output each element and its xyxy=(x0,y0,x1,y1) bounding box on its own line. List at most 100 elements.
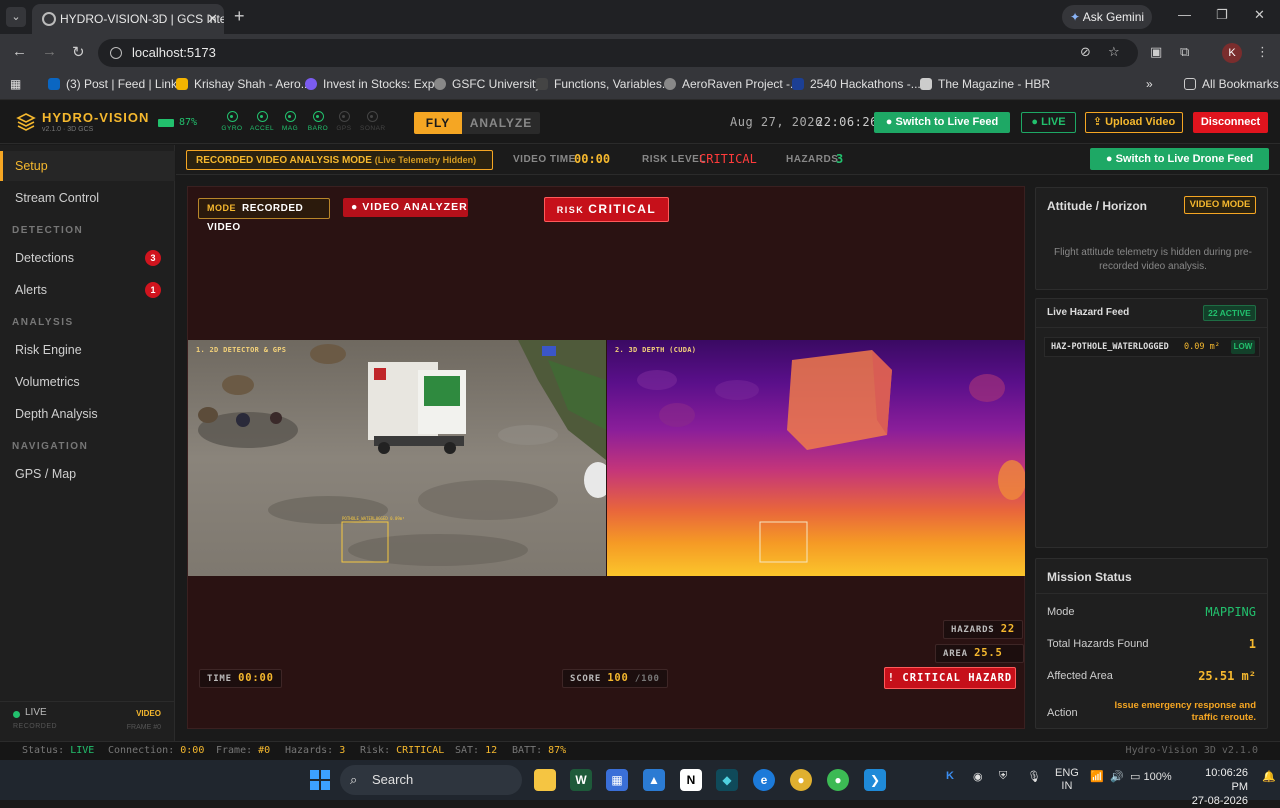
hud-value: 100 xyxy=(607,672,629,684)
file-explorer-icon[interactable] xyxy=(534,769,556,791)
volume-icon[interactable]: 🔊 xyxy=(1110,770,1124,783)
site-info-icon[interactable] xyxy=(110,47,122,59)
edge-icon[interactable]: e xyxy=(753,769,775,791)
sidebar-item-volumetrics[interactable]: Volumetrics xyxy=(0,367,175,397)
connection-label: Connection: xyxy=(108,745,175,756)
disconnect-button[interactable]: Disconnect xyxy=(1193,112,1268,133)
photos-icon[interactable]: ▲ xyxy=(643,769,665,791)
url-text: localhost:5173 xyxy=(132,45,216,60)
fly-mode-tab[interactable]: FLY xyxy=(414,112,462,134)
globe-icon xyxy=(434,78,446,90)
minimize-icon[interactable]: — xyxy=(1178,7,1191,22)
shield-icon[interactable]: ⛨ xyxy=(999,770,1007,783)
tray-app-icon[interactable]: ◉ xyxy=(973,770,983,783)
sensor-label: GYRO xyxy=(221,125,243,132)
forward-icon[interactable]: → xyxy=(42,43,57,60)
profile-avatar[interactable]: K xyxy=(1222,43,1242,63)
close-tab-icon[interactable]: ✕ xyxy=(207,4,218,34)
vscode-icon[interactable]: ❯ xyxy=(864,769,886,791)
hud-value: 00:00 xyxy=(238,672,274,684)
taskbar-clock[interactable]: 10:06:26 PM 27-08-2026 xyxy=(1190,766,1248,808)
unstop-icon xyxy=(792,78,804,90)
globe-icon xyxy=(42,12,56,26)
bookmark-item[interactable]: Krishay Shah - Aero... xyxy=(176,77,311,91)
store-icon[interactable]: ▦ xyxy=(606,769,628,791)
bookmark-item[interactable]: (3) Post | Feed | Link... xyxy=(48,77,187,91)
back-icon[interactable]: ← xyxy=(12,43,27,60)
microphone-icon[interactable]: 🎙 xyxy=(1027,770,1041,783)
new-tab-button[interactable]: + xyxy=(234,6,245,27)
frame-value: #0 xyxy=(258,745,271,756)
switch-to-live-drone-feed-button[interactable]: ● Switch to Live Drone Feed xyxy=(1090,148,1269,170)
tab-search-button[interactable]: ⌄ xyxy=(6,7,26,27)
maximize-icon[interactable]: ❐ xyxy=(1216,7,1228,23)
bookmark-star-icon[interactable]: ☆ xyxy=(1108,44,1120,60)
bookmark-item[interactable]: Invest in Stocks: Exp... xyxy=(305,77,444,91)
browser-address-bar: ← → ↻ localhost:5173 ⊘ ☆ ▣ ⧉ K ⋮ xyxy=(0,34,1280,72)
sidebar-item-stream-control[interactable]: Stream Control xyxy=(0,183,175,213)
detector-video-feed[interactable]: POTHOLE_WATERLOGGED 0.09m² 1. 2D DETECTO… xyxy=(188,340,606,576)
ask-gemini-button[interactable]: ✦ Ask Gemini xyxy=(1062,5,1152,29)
browser-tab-active[interactable]: HYDRO-VISION-3D | GCS Intelli ✕ xyxy=(32,4,224,34)
windows-start-icon[interactable] xyxy=(309,769,331,791)
alerts-count-badge: 1 xyxy=(145,282,161,298)
taskbar-search[interactable]: ⌕ Search xyxy=(340,765,522,795)
reload-icon[interactable]: ↻ xyxy=(72,43,85,61)
extension-c-icon[interactable]: ▣ xyxy=(1150,44,1162,60)
notion-icon[interactable]: N xyxy=(680,769,702,791)
extensions-puzzle-icon[interactable]: ⧉ xyxy=(1180,44,1189,60)
mag-icon xyxy=(284,111,296,122)
language-indicator[interactable]: ENG IN xyxy=(1055,767,1079,793)
sidebar-item-detections[interactable]: Detections 3 xyxy=(0,243,175,273)
hazard-list-item[interactable]: HAZ-POTHOLE_WATERLOGGED 0.09 m² LOW xyxy=(1044,337,1260,357)
action-value: Issue emergency response and traffic rer… xyxy=(1114,700,1256,723)
chrome-icon[interactable]: ● xyxy=(790,769,812,791)
app-icon[interactable]: ◆ xyxy=(716,769,738,791)
close-window-icon[interactable]: ✕ xyxy=(1254,7,1265,23)
gemini-icon: ✦ xyxy=(1069,10,1081,24)
upload-video-button[interactable]: ⇪ Upload Video xyxy=(1085,112,1183,133)
tray-app-icon[interactable]: K xyxy=(946,770,954,782)
sidebar-item-setup[interactable]: Setup xyxy=(0,151,175,181)
eye-off-icon[interactable]: ⊘ xyxy=(1080,44,1091,60)
bookmark-label: The Magazine - HBR xyxy=(938,77,1051,91)
affected-area-value: 25.51 m² xyxy=(1198,669,1256,683)
hazard-area: 0.09 m² xyxy=(1184,342,1220,352)
url-input[interactable]: localhost:5173 xyxy=(98,39,1138,67)
sidebar-item-alerts[interactable]: Alerts 1 xyxy=(0,275,175,305)
notification-bell-icon[interactable]: 🔔 xyxy=(1262,770,1276,783)
bookmark-item[interactable]: AeroRaven Project -... xyxy=(664,77,800,91)
bookmark-item[interactable]: 2540 Hackathons -... xyxy=(792,77,921,91)
more-bookmarks-icon[interactable]: » xyxy=(1146,77,1153,91)
hazards-value: 3 xyxy=(836,152,844,166)
bookmark-item[interactable]: The Magazine - HBR xyxy=(920,77,1050,91)
depth-video-feed[interactable]: 2. 3D DEPTH (CUDA) xyxy=(607,340,1025,576)
header-time: 22:06:26 xyxy=(816,115,878,129)
app-icon[interactable]: W xyxy=(570,769,592,791)
analyze-mode-tab[interactable]: ANALYZE xyxy=(462,112,540,134)
critical-hazard-button[interactable]: ! CRITICAL HAZARD xyxy=(884,667,1016,689)
video-time-value: 00:00 xyxy=(574,152,611,166)
bookmark-item[interactable]: GSFC University xyxy=(434,77,541,91)
sidebar-item-risk-engine[interactable]: Risk Engine xyxy=(0,335,175,365)
bookmark-label: 2540 Hackathons -... xyxy=(810,77,921,91)
windows-taskbar: ⌕ Search W ▦ ▲ N ◆ e ● ● ❯ K ◉ ⛨ 🎙 ENG I… xyxy=(0,760,1280,807)
hazards-label: HAZARDS xyxy=(786,154,839,165)
bookmark-item[interactable]: Functions, Variables... xyxy=(536,77,672,91)
live-button[interactable]: ● LIVE xyxy=(1021,112,1076,133)
all-bookmarks-button[interactable]: All Bookmarks xyxy=(1184,77,1279,91)
sidebar-item-depth-analysis[interactable]: Depth Analysis xyxy=(0,399,175,429)
browser-menu-icon[interactable]: ⋮ xyxy=(1256,44,1269,60)
google-drive-icon xyxy=(176,78,188,90)
wifi-icon[interactable]: 📶 xyxy=(1090,770,1104,783)
chrome-icon[interactable]: ● xyxy=(827,769,849,791)
bookmark-label: GSFC University xyxy=(452,77,542,91)
battery-tray[interactable]: ▭ 100% xyxy=(1130,770,1172,783)
area-hud-chip: AREA 25.5 m² xyxy=(935,644,1024,676)
sidebar-item-gps-map[interactable]: GPS / Map xyxy=(0,459,175,489)
apps-grid-icon[interactable]: ▦ xyxy=(10,77,21,91)
switch-to-live-feed-button[interactable]: ● Switch to Live Feed xyxy=(874,112,1010,133)
sidebar-footer: LIVE RECORDED VIDEO FRAME #0 xyxy=(0,701,175,741)
folder-icon xyxy=(1184,78,1196,90)
sensor-mag: MAG xyxy=(278,111,302,132)
